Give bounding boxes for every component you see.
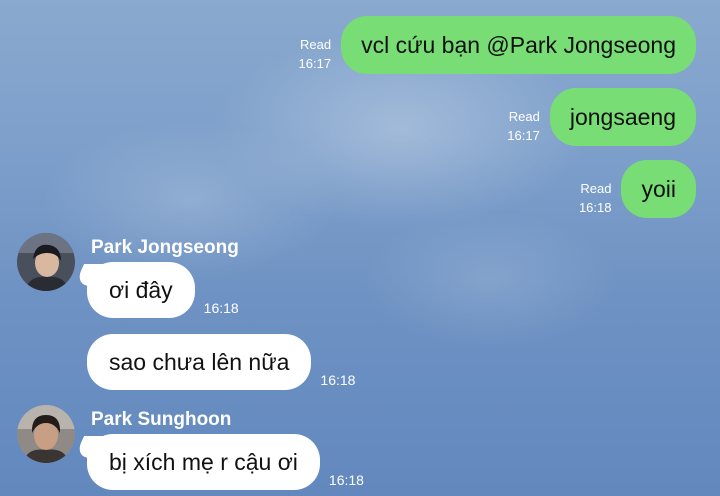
message-text: bị xích mẹ r cậu ơi xyxy=(109,449,298,475)
message-time: 16:17 xyxy=(298,56,332,71)
message-meta: Read 16:17 xyxy=(299,35,332,73)
outgoing-bubble[interactable]: vcl cứu bạn @Park Jongseong xyxy=(341,16,696,74)
incoming-message-row: bị xích mẹ r cậu ơi 16:18 xyxy=(87,434,364,490)
sender-name: Park Jongseong xyxy=(91,237,239,258)
message-text: sao chưa lên nữa xyxy=(109,349,290,375)
read-status: Read xyxy=(300,37,332,52)
message-time: 16:18 xyxy=(578,200,612,215)
incoming-message-row: ơi đây 16:18 xyxy=(87,262,239,318)
read-status: Read xyxy=(508,109,540,124)
message-time: 16:18 xyxy=(328,472,364,488)
outgoing-bubble[interactable]: jongsaeng xyxy=(549,88,696,146)
outgoing-bubble[interactable]: yoii xyxy=(621,160,696,218)
message-text: yoii xyxy=(641,176,676,202)
outgoing-message-row: Read 16:17 jongsaeng xyxy=(507,88,696,146)
message-text: ơi đây xyxy=(109,277,173,303)
message-text: vcl cứu bạn @Park Jongseong xyxy=(361,32,676,58)
message-meta: Read 16:18 xyxy=(579,179,612,217)
avatar-park-jongseong[interactable] xyxy=(17,233,75,291)
message-time: 16:18 xyxy=(320,372,356,388)
background-cloud xyxy=(360,210,620,350)
incoming-bubble[interactable]: ơi đây xyxy=(87,262,195,318)
profile-photo-icon xyxy=(17,405,75,463)
read-status: Read xyxy=(580,181,612,196)
message-meta: Read 16:17 xyxy=(507,107,540,145)
message-time: 16:17 xyxy=(507,128,540,143)
incoming-message-row: sao chưa lên nữa 16:18 xyxy=(87,334,355,390)
message-text: jongsaeng xyxy=(569,104,676,130)
message-time: 16:18 xyxy=(203,300,239,316)
sender-name: Park Sunghoon xyxy=(91,409,232,430)
outgoing-message-row: Read 16:17 vcl cứu bạn @Park Jongseong xyxy=(299,16,696,74)
avatar-park-sunghoon[interactable] xyxy=(17,405,75,463)
incoming-bubble[interactable]: sao chưa lên nữa xyxy=(87,334,312,390)
incoming-bubble[interactable]: bị xích mẹ r cậu ơi xyxy=(87,434,320,490)
outgoing-message-row: Read 16:18 yoii xyxy=(579,160,696,218)
profile-photo-icon xyxy=(17,233,75,291)
